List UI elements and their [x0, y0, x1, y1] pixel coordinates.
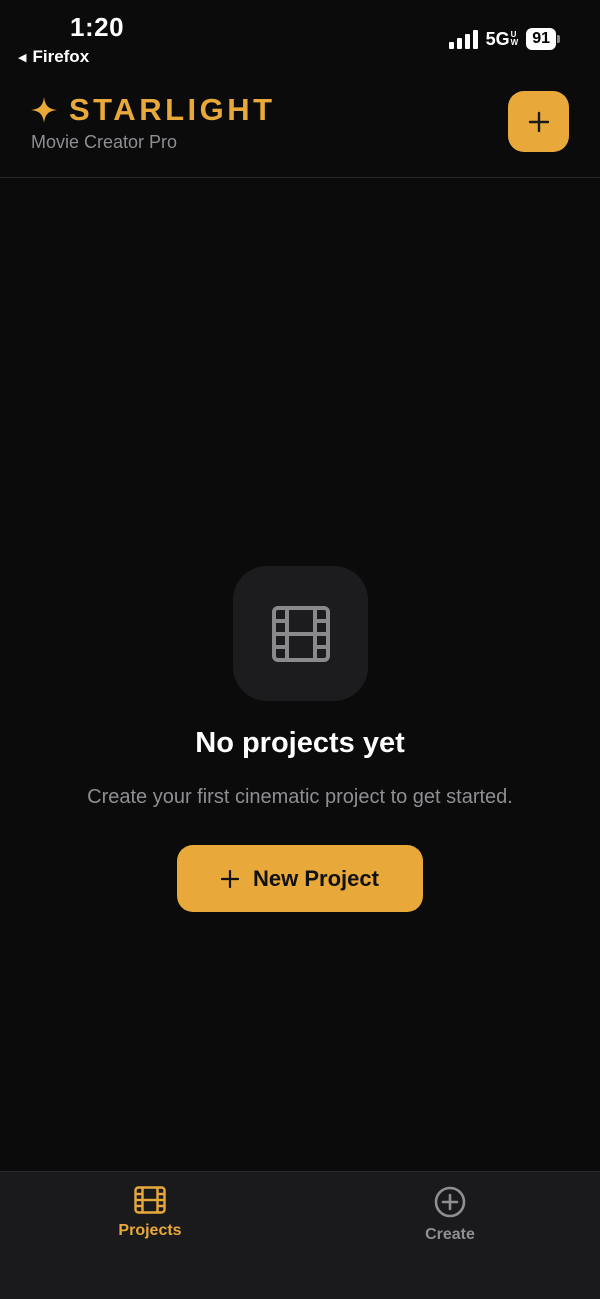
battery-icon: 91 — [526, 28, 560, 50]
empty-state-icon-container — [233, 566, 368, 701]
plus-icon — [221, 869, 240, 888]
film-icon — [271, 605, 330, 662]
app-title: STARLIGHT — [69, 92, 276, 127]
new-project-button[interactable]: New Project — [177, 845, 423, 912]
app-header: STARLIGHT Movie Creator Pro — [0, 80, 600, 178]
network-badge: U W — [510, 30, 519, 47]
new-project-label: New Project — [253, 865, 379, 891]
tab-create-label: Create — [425, 1226, 475, 1243]
status-bar: 1:20 ◀ Firefox 5G U W 91 — [0, 0, 600, 80]
tab-projects-label: Projects — [118, 1222, 182, 1239]
sparkle-icon — [31, 97, 57, 123]
tab-projects[interactable]: Projects — [50, 1186, 250, 1240]
brand: STARLIGHT — [31, 92, 276, 128]
empty-state-description: Create your first cinematic project to g… — [87, 786, 513, 808]
plus-icon — [528, 111, 549, 132]
battery-level: 91 — [526, 28, 556, 50]
tab-bar: Projects Create — [0, 1171, 600, 1299]
signal-icon — [448, 29, 478, 49]
app-subtitle: Movie Creator Pro — [31, 132, 178, 152]
back-app-label: Firefox — [32, 47, 90, 66]
tab-create[interactable]: Create — [350, 1186, 550, 1244]
back-triangle-icon: ◀ — [18, 51, 27, 64]
network-type: 5G U W — [485, 28, 519, 49]
add-project-button[interactable] — [508, 91, 569, 152]
status-time: 1:20 — [70, 12, 125, 42]
empty-state-title: No projects yet — [195, 727, 405, 759]
film-icon — [134, 1186, 166, 1214]
plus-circle-icon — [434, 1186, 466, 1218]
back-to-app-link[interactable]: ◀ Firefox — [18, 47, 89, 67]
status-indicators: 5G U W 91 — [448, 28, 560, 50]
